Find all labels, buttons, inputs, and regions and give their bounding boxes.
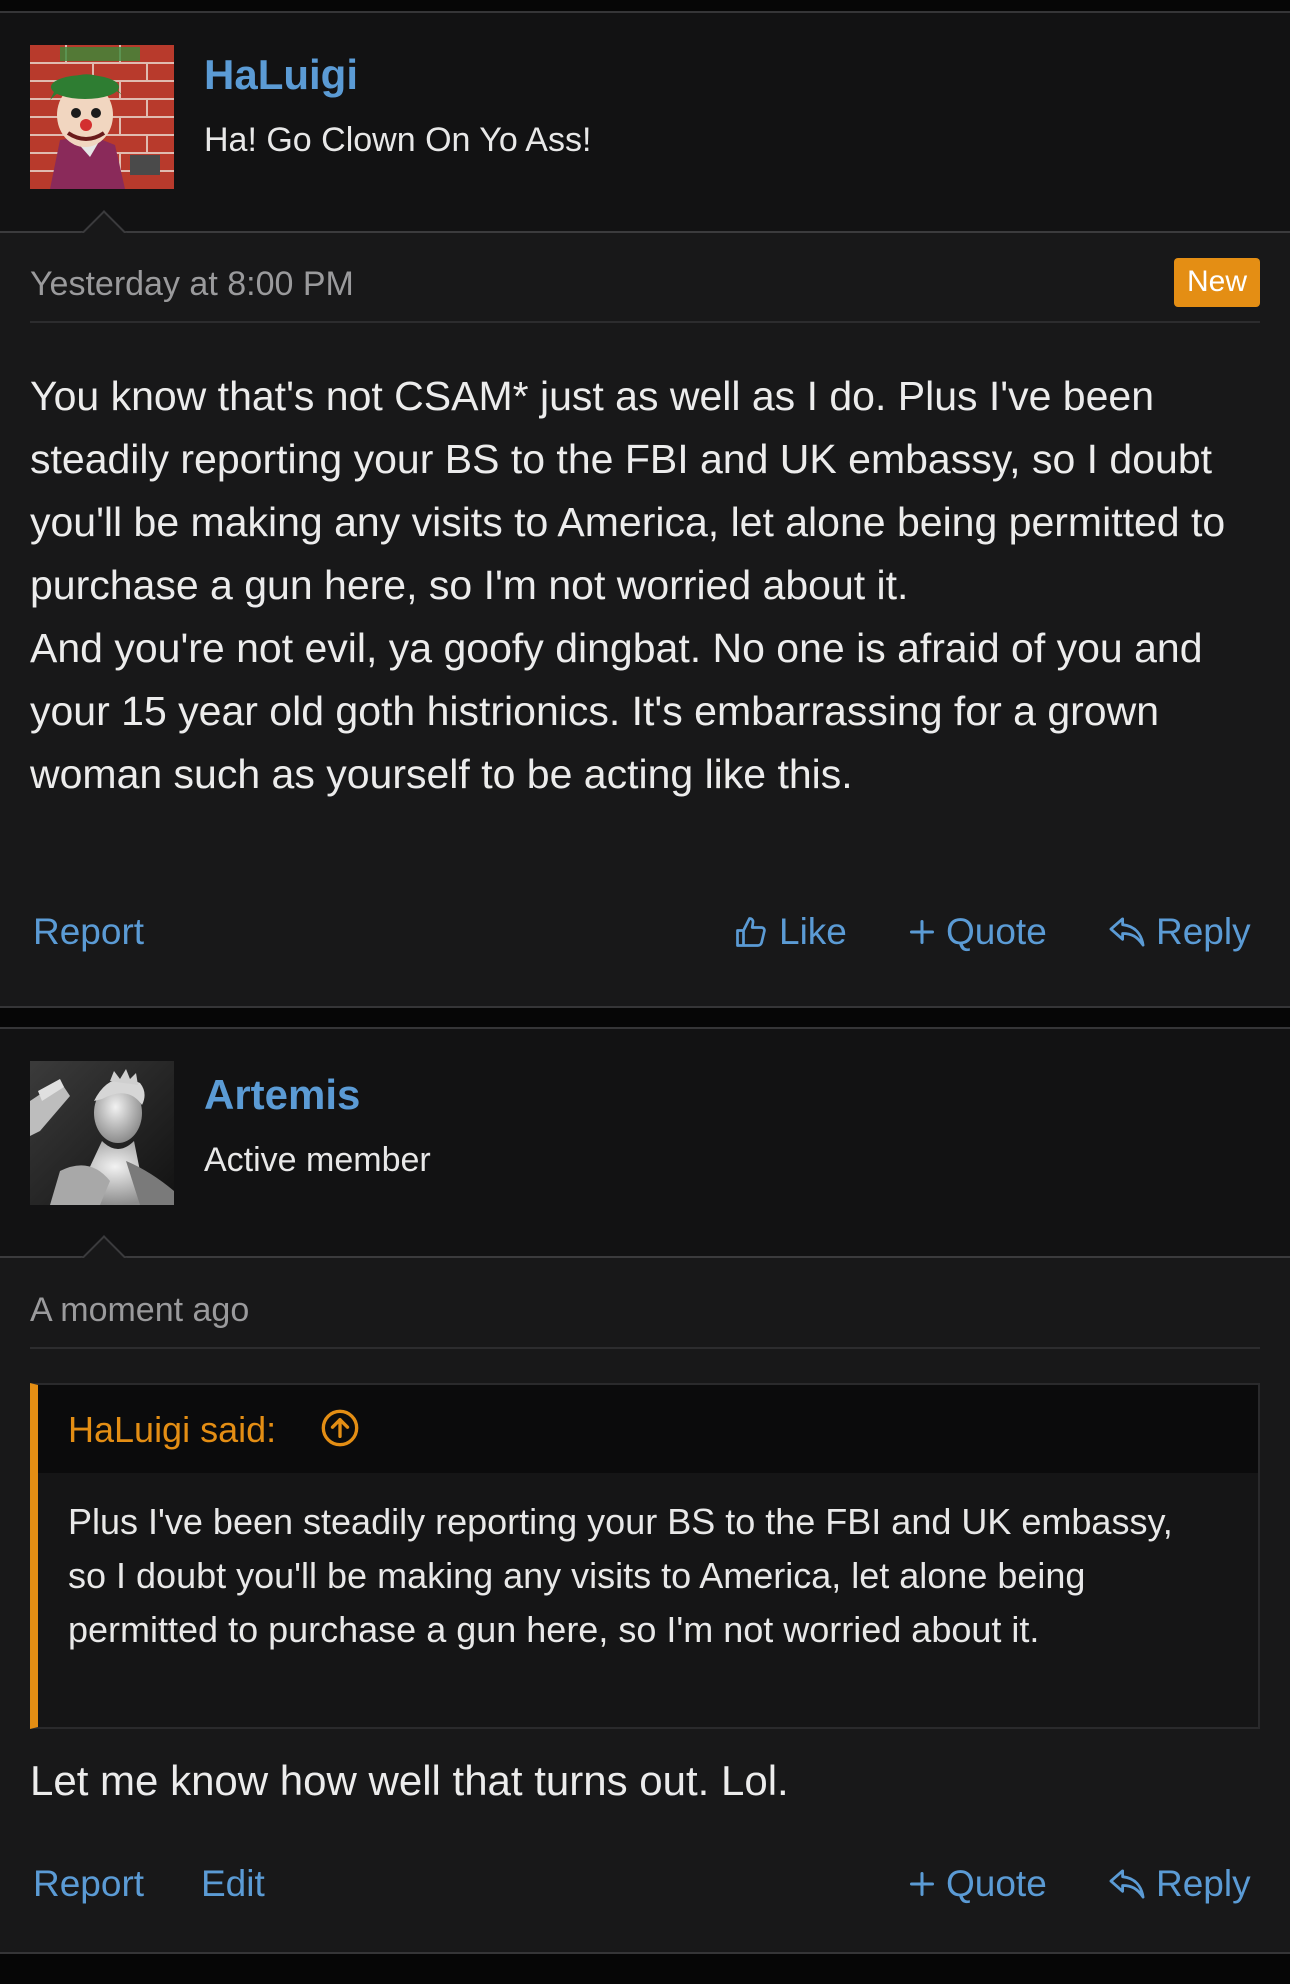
like-label: Like xyxy=(779,911,847,952)
reply-arrow-icon xyxy=(1109,917,1145,947)
user-header: HaLuigi Ha! Go Clown On Yo Ass! xyxy=(0,13,1290,233)
thumbs-up-icon xyxy=(736,917,766,947)
post-haluigi: HaLuigi Ha! Go Clown On Yo Ass! Yesterda… xyxy=(0,11,1290,1008)
user-title: Ha! Go Clown On Yo Ass! xyxy=(204,121,592,159)
post-artemis: Artemis Active member A moment ago HaLui… xyxy=(0,1027,1290,1954)
quote-label: Quote xyxy=(946,911,1047,952)
report-link[interactable]: Report xyxy=(33,1863,144,1905)
edit-link[interactable]: Edit xyxy=(201,1863,265,1905)
reply-label: Reply xyxy=(1156,1863,1251,1904)
like-button[interactable]: Like xyxy=(733,911,847,953)
statue-avatar-icon xyxy=(30,1061,174,1205)
post-meta: Yesterday at 8:00 PM New xyxy=(30,253,1260,323)
reply-button[interactable]: Reply xyxy=(1108,1863,1251,1905)
quote-text: Plus I've been steadily reporting your B… xyxy=(68,1501,1173,1650)
plus-icon xyxy=(909,1871,935,1897)
report-link[interactable]: Report xyxy=(33,911,144,953)
quote-header[interactable]: HaLuigi said: xyxy=(38,1385,1258,1473)
report-label: Report xyxy=(33,1863,145,1904)
post-actions: Report Like Quote Reply xyxy=(30,911,1260,971)
post-actions: Report Edit Quote Reply xyxy=(30,1863,1260,1923)
header-arrow xyxy=(78,1228,130,1258)
header-arrow xyxy=(78,203,130,233)
user-title: Active member xyxy=(204,1141,431,1179)
reply-arrow-icon xyxy=(1109,1869,1145,1899)
report-label: Report xyxy=(33,911,145,952)
quote-button[interactable]: Quote xyxy=(908,1863,1047,1905)
post-timestamp[interactable]: Yesterday at 8:00 PM xyxy=(30,265,354,304)
post-paragraph: You know that's not CSAM* just as well a… xyxy=(30,373,1226,608)
quote-author[interactable]: HaLuigi said: xyxy=(68,1409,276,1451)
post-body: You know that's not CSAM* just as well a… xyxy=(30,365,1265,806)
username[interactable]: HaLuigi xyxy=(204,51,358,99)
quote-block: HaLuigi said: Plus I've been steadily re… xyxy=(30,1383,1260,1729)
reply-button[interactable]: Reply xyxy=(1108,911,1251,953)
new-badge: New xyxy=(1173,258,1260,307)
arrow-up-circle-icon[interactable] xyxy=(320,1408,360,1448)
plus-icon xyxy=(909,919,935,945)
post-body: Let me know how well that turns out. Lol… xyxy=(30,1757,789,1804)
clown-avatar-icon xyxy=(30,45,174,189)
post-paragraph: And you're not evil, ya goofy dingbat. N… xyxy=(30,625,1203,797)
edit-label: Edit xyxy=(201,1863,265,1904)
post-timestamp[interactable]: A moment ago xyxy=(30,1291,249,1330)
quote-button[interactable]: Quote xyxy=(908,911,1047,953)
avatar[interactable] xyxy=(30,1061,174,1205)
post-meta: A moment ago xyxy=(30,1279,1260,1349)
user-header: Artemis Active member xyxy=(0,1029,1290,1258)
username[interactable]: Artemis xyxy=(204,1071,360,1119)
quote-label: Quote xyxy=(946,1863,1047,1904)
avatar[interactable] xyxy=(30,45,174,189)
reply-label: Reply xyxy=(1156,911,1251,952)
